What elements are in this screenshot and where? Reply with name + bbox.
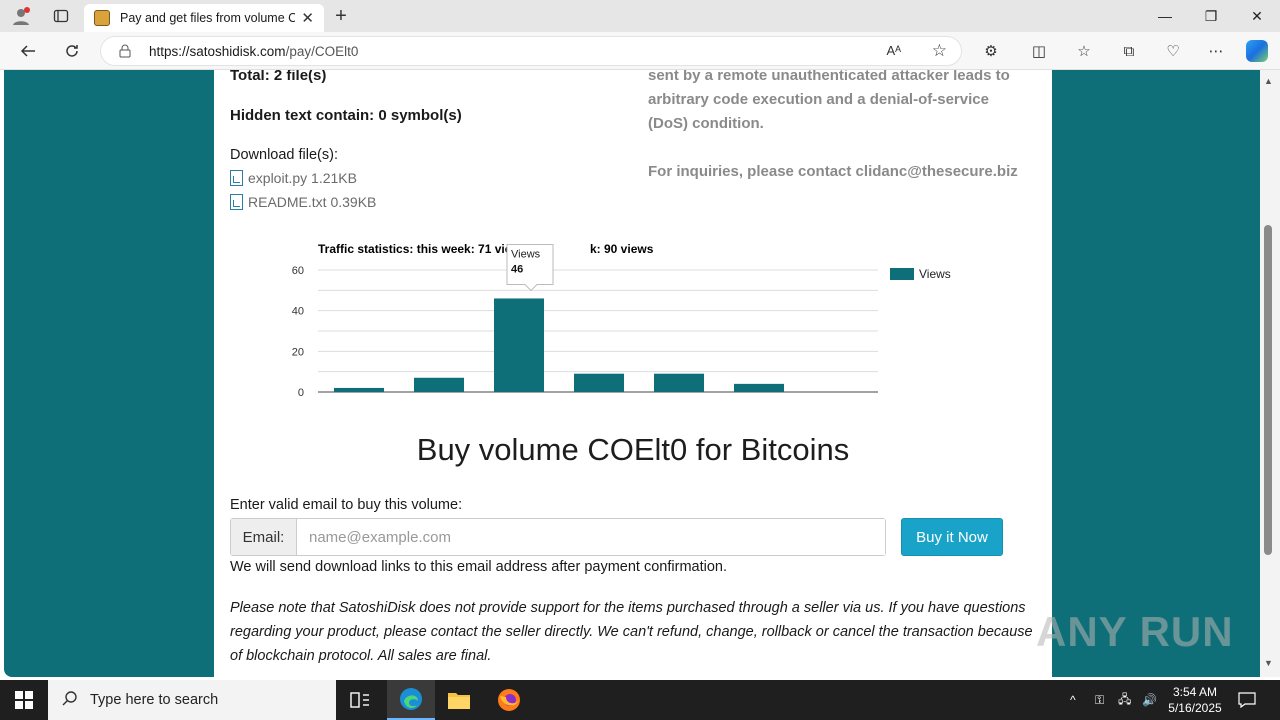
taskbar: Type here to search ^ ⚿ 🖧 🔊 3:54 AM 5/16… [0, 680, 1280, 720]
email-addon-label: Email: [231, 519, 297, 555]
download-label: Download file(s): [230, 147, 338, 163]
disclaimer: Please note that SatoshiDisk does not pr… [230, 600, 1033, 664]
file-size: 0.39KB [330, 194, 377, 210]
email-prompt: Enter valid email to buy this volume: [230, 497, 463, 513]
chart-bar [334, 387, 384, 392]
volume-icon[interactable]: 🔊 [1142, 680, 1157, 720]
address-bar[interactable]: https://satoshidisk.com/pay/COElt0 Aᴬ ☆ [100, 36, 962, 66]
scroll-up-icon[interactable]: ▲ [1264, 76, 1273, 86]
chart-bar [734, 383, 784, 392]
browser-essentials-icon[interactable]: ♡ [1162, 41, 1184, 61]
page-content: Total: 2 file(s) Hidden text contain: 0 … [214, 70, 1052, 677]
buy-title: Buy volume COElt0 for Bitcoins [416, 432, 850, 467]
file-explorer-icon[interactable] [435, 680, 483, 720]
clock-time: 3:54 AM [1172, 685, 1218, 699]
legend-label: Views [919, 267, 951, 281]
firefox-icon[interactable] [485, 680, 533, 720]
email-form: Email: [230, 518, 886, 556]
tooltip-value: 46 [511, 263, 523, 275]
tab-strip: Pay and get files from volume CO ✕ + — ❐… [0, 0, 1280, 32]
lock-icon [119, 44, 131, 58]
tab-title: Pay and get files from volume CO [120, 11, 296, 25]
scroll-thumb[interactable] [1264, 225, 1272, 555]
anyrun-watermark: ANY RUN [1036, 608, 1234, 655]
collections-icon[interactable]: ⧉ [1118, 41, 1140, 61]
description-line: arbitrary code execution and a denial-of… [648, 91, 989, 108]
show-hidden-icons[interactable]: ^ [1070, 680, 1076, 720]
url-host: https://satoshidisk.com [149, 43, 286, 59]
right-background-panel [1052, 70, 1260, 677]
search-icon [62, 690, 78, 711]
close-window-icon[interactable]: ✕ [1234, 0, 1280, 32]
tooltip-label: Views [511, 248, 541, 260]
network-icon[interactable]: 🖧 [1118, 680, 1131, 720]
file-name: exploit.py [248, 170, 308, 186]
left-background-panel [4, 70, 214, 677]
search-placeholder: Type here to search [90, 692, 219, 708]
favorites-icon[interactable]: ☆ [1073, 41, 1095, 61]
taskbar-search[interactable]: Type here to search [48, 680, 336, 720]
task-view-icon[interactable] [336, 680, 384, 720]
browser-toolbar: https://satoshidisk.com/pay/COElt0 Aᴬ ☆ … [0, 32, 1280, 70]
hidden-text-count: Hidden text contain: 0 symbol(s) [230, 107, 462, 124]
chart-title: Traffic statistics: this week: 71 views; [318, 242, 531, 256]
new-tab-icon[interactable]: + [330, 5, 352, 27]
total-files: Total: 2 file(s) [230, 70, 327, 84]
chart-bar [414, 377, 464, 392]
restore-icon[interactable]: ❐ [1188, 0, 1234, 32]
inquiries-text: For inquiries, please contact clidanc@th… [648, 163, 1018, 180]
notifications-icon[interactable] [1238, 680, 1256, 720]
y-tick-label: 60 [292, 265, 304, 277]
tray-app-icon[interactable]: ⚿ [1095, 680, 1104, 720]
chart-title-tail: k: 90 views [590, 242, 654, 256]
file-icon [230, 170, 243, 186]
chart-bar [654, 373, 704, 392]
profile-icon[interactable] [10, 6, 32, 26]
tab-actions-icon[interactable] [50, 6, 72, 26]
file-link-exploit[interactable]: exploit.py 1.21KB [230, 170, 357, 186]
back-icon[interactable] [15, 39, 41, 63]
split-screen-icon[interactable]: ◫ [1028, 41, 1050, 61]
chart-bar [494, 298, 544, 392]
url-path: /pay/COElt0 [285, 43, 359, 59]
email-input[interactable] [297, 519, 885, 555]
description: sent by a remote unauthenticated attacke… [648, 70, 1048, 184]
description-line: sent by a remote unauthenticated attacke… [648, 70, 1010, 84]
favorite-star-icon[interactable]: ☆ [932, 41, 947, 61]
file-size: 1.21KB [311, 170, 357, 186]
site-favicon [94, 10, 110, 26]
traffic-chart: Traffic statistics: this week: 71 views;… [292, 242, 951, 399]
taskbar-clock[interactable]: 3:54 AM 5/16/2025 [1162, 684, 1228, 716]
buy-it-now-button[interactable]: Buy it Now [901, 518, 1003, 556]
windows-start-icon[interactable] [0, 680, 48, 720]
page-viewport: Total: 2 file(s) Hidden text contain: 0 … [0, 70, 1260, 677]
y-tick-label: 20 [292, 346, 304, 358]
chart-bar [574, 373, 624, 392]
email-note: We will send download links to this emai… [230, 559, 727, 575]
browser-tab[interactable]: Pay and get files from volume CO ✕ [84, 4, 324, 32]
y-tick-label: 0 [298, 387, 304, 399]
read-aloud-icon[interactable]: Aᴬ [886, 43, 901, 58]
refresh-icon[interactable] [59, 39, 85, 63]
scroll-down-icon[interactable]: ▼ [1264, 658, 1273, 668]
y-tick-label: 40 [292, 306, 304, 318]
file-link-readme[interactable]: README.txt 0.39KB [230, 194, 376, 210]
more-menu-icon[interactable]: ⋯ [1205, 41, 1227, 61]
description-line: (DoS) condition. [648, 115, 764, 132]
file-icon [230, 194, 243, 210]
file-name: README.txt [248, 194, 327, 210]
legend-swatch [890, 268, 914, 280]
edge-taskbar-icon[interactable] [387, 680, 435, 720]
copilot-icon[interactable] [1246, 40, 1268, 62]
vertical-scrollbar[interactable]: ▲ ▼ [1260, 70, 1280, 677]
close-tab-icon[interactable]: ✕ [301, 9, 314, 27]
minimize-icon[interactable]: — [1142, 0, 1188, 32]
extensions-icon[interactable]: ⚙ [980, 41, 1002, 61]
clock-date: 5/16/2025 [1168, 701, 1222, 715]
